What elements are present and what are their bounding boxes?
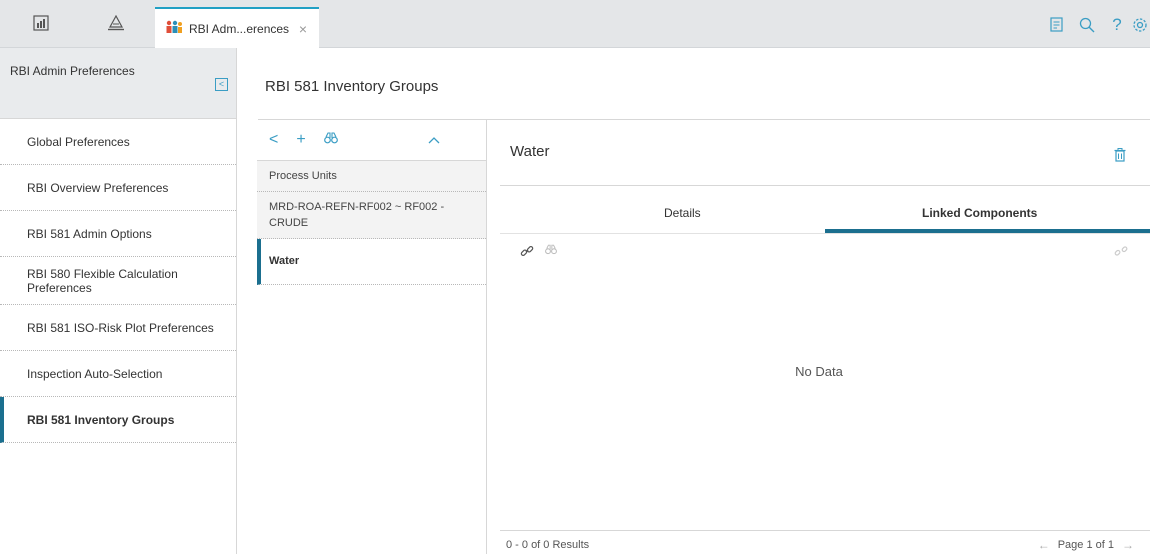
binoculars-icon[interactable] — [545, 244, 557, 258]
chevron-up-icon[interactable] — [428, 133, 440, 147]
sidebar-list: Global Preferences RBI Overview Preferen… — [0, 119, 236, 443]
add-icon[interactable]: + — [296, 132, 305, 148]
list-item-selected[interactable]: Water — [257, 239, 486, 285]
delete-icon[interactable] — [1114, 148, 1126, 165]
prev-page-arrow-icon[interactable]: ← — [1038, 538, 1050, 552]
tab-rbi-admin-preferences[interactable]: RBI Adm...erences × — [155, 7, 319, 48]
sidebar-item-rbi-581-admin-options[interactable]: RBI 581 Admin Options — [0, 211, 236, 257]
hierarchy-icon[interactable] — [101, 8, 131, 38]
topbar-actions: ? — [1042, 10, 1150, 40]
tab-linked-components[interactable]: Linked Components — [922, 206, 1037, 220]
detail-panel: Water Details Linked Components No Data … — [488, 120, 1150, 554]
sidebar-item-inventory-groups[interactable]: RBI 581 Inventory Groups — [0, 397, 236, 443]
results-count: 0 - 0 of 0 Results — [506, 539, 590, 551]
dashboard-icon[interactable] — [26, 8, 56, 38]
pagination: ← Page 1 of 1 → — [1030, 538, 1142, 552]
divider — [500, 233, 1150, 234]
people-icon — [165, 20, 183, 37]
tab-label: RBI Adm...erences — [189, 21, 290, 36]
link-icon[interactable] — [520, 244, 534, 261]
settings-icon[interactable] — [1132, 10, 1150, 40]
inventory-group-list-panel: < + Process Units MRD-ROA-REFN-RF002 ~ R… — [257, 120, 487, 554]
divider — [500, 530, 1150, 531]
unlink-icon[interactable] — [1114, 244, 1128, 261]
sidebar-header: RBI Admin Preferences < — [0, 48, 236, 119]
list-item[interactable]: MRD-ROA-REFN-RF002 ~ RF002 - CRUDE — [257, 192, 486, 239]
search-icon[interactable] — [1072, 10, 1102, 40]
close-icon[interactable]: × — [299, 21, 307, 37]
divider — [500, 185, 1150, 186]
binoculars-icon[interactable] — [323, 132, 338, 148]
list-toolbar: < + — [257, 120, 486, 160]
list-group-header: Process Units — [257, 160, 486, 192]
next-page-arrow-icon[interactable]: → — [1122, 538, 1134, 552]
tab-details[interactable]: Details — [664, 206, 701, 220]
sidebar-item-global-preferences[interactable]: Global Preferences — [0, 119, 236, 165]
back-icon[interactable]: < — [269, 132, 278, 148]
sidebar-item-inspection-auto-selection[interactable]: Inspection Auto-Selection — [0, 351, 236, 397]
page-indicator: Page 1 of 1 — [1057, 539, 1114, 551]
sidebar: RBI Admin Preferences < Global Preferenc… — [0, 48, 237, 554]
sidebar-item-iso-risk-plot-preferences[interactable]: RBI 581 ISO-Risk Plot Preferences — [0, 305, 236, 351]
collapse-sidebar-button[interactable]: < — [215, 78, 228, 91]
help-icon[interactable]: ? — [1102, 10, 1132, 40]
sidebar-item-rbi-580-flexible-calculation[interactable]: RBI 580 Flexible Calculation Preferences — [0, 257, 236, 305]
detail-title: Water — [510, 143, 550, 160]
sidebar-title: RBI Admin Preferences — [10, 64, 135, 78]
notes-icon[interactable] — [1042, 10, 1072, 40]
empty-state-message: No Data — [795, 364, 843, 379]
top-bar: RBI Adm...erences × ? — [0, 0, 1150, 48]
page-title: RBI 581 Inventory Groups — [265, 78, 439, 95]
sidebar-item-rbi-overview-preferences[interactable]: RBI Overview Preferences — [0, 165, 236, 211]
